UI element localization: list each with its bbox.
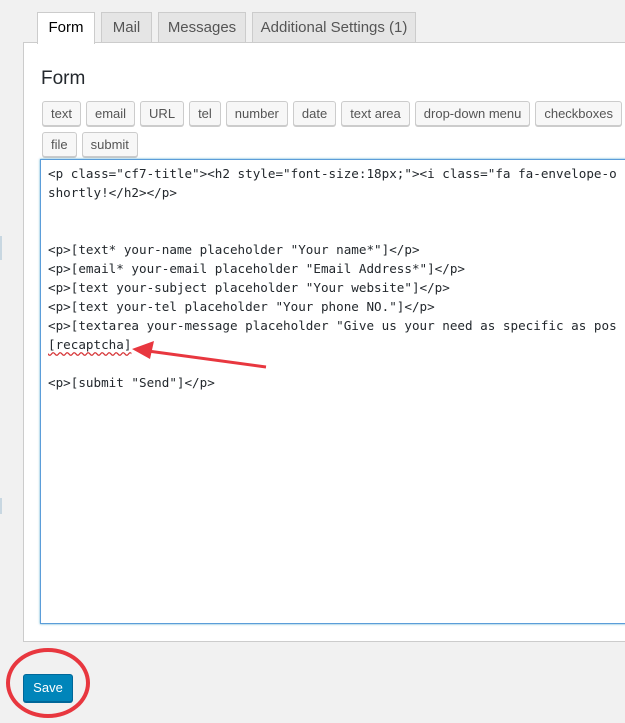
tag-button-number[interactable]: number bbox=[225, 101, 288, 126]
code-line: <p>[submit "Send"]</p> bbox=[48, 375, 215, 390]
code-line: <p>[email* your-email placeholder "Email… bbox=[48, 261, 466, 276]
tag-button-url[interactable]: URL bbox=[140, 101, 185, 126]
edge-marker bbox=[0, 236, 2, 260]
code-line: <p>[text your-tel placeholder "Your phon… bbox=[48, 299, 435, 314]
tag-generator-buttons: text email URL tel number date text area drop-d… bbox=[42, 101, 625, 163]
code-line: shortly!</h2></p> bbox=[48, 185, 177, 200]
tag-button-file[interactable]: file bbox=[42, 132, 77, 157]
tab-additional-settings[interactable]: Additional Settings (1) bbox=[252, 12, 416, 43]
code-line: <p>[textarea your-message placeholder "G… bbox=[48, 318, 617, 333]
tab-mail[interactable]: Mail bbox=[101, 12, 152, 43]
code-line: <p>[text your-subject placeholder "Your … bbox=[48, 280, 450, 295]
tag-button-text[interactable]: text bbox=[42, 101, 81, 126]
tag-button-date[interactable]: date bbox=[292, 101, 337, 126]
tag-button-checkboxes[interactable]: checkboxes bbox=[535, 101, 622, 126]
tag-button-drop-down-menu[interactable]: drop-down menu bbox=[414, 101, 531, 126]
panel-title: Form bbox=[41, 68, 86, 89]
annotation-arrow bbox=[132, 341, 267, 369]
tag-button-email[interactable]: email bbox=[85, 101, 136, 126]
save-button[interactable]: Save bbox=[23, 674, 73, 702]
code-line: [recaptcha] bbox=[48, 337, 132, 352]
tag-button-text-area[interactable]: text area bbox=[341, 101, 410, 126]
tag-row: file submit bbox=[42, 132, 625, 157]
form-panel: Form text email URL tel number date text area d… bbox=[23, 42, 625, 642]
form-template-editor[interactable]: <p class="cf7-title"><h2 style="font-siz… bbox=[40, 159, 625, 624]
tab-bar: Form Mail Messages Additional Settings (… bbox=[37, 12, 416, 44]
tab-form[interactable]: Form bbox=[37, 12, 95, 44]
tag-button-tel[interactable]: tel bbox=[189, 101, 221, 126]
tag-button-submit[interactable]: submit bbox=[81, 132, 138, 157]
code-line: <p class="cf7-title"><h2 style="font-siz… bbox=[48, 166, 617, 181]
edge-marker bbox=[0, 498, 2, 514]
code-line: <p>[text* your-name placeholder "Your na… bbox=[48, 242, 420, 257]
tag-row: text email URL tel number date text area drop-d… bbox=[42, 101, 625, 126]
tab-messages[interactable]: Messages bbox=[158, 12, 246, 43]
left-edge bbox=[0, 0, 2, 723]
